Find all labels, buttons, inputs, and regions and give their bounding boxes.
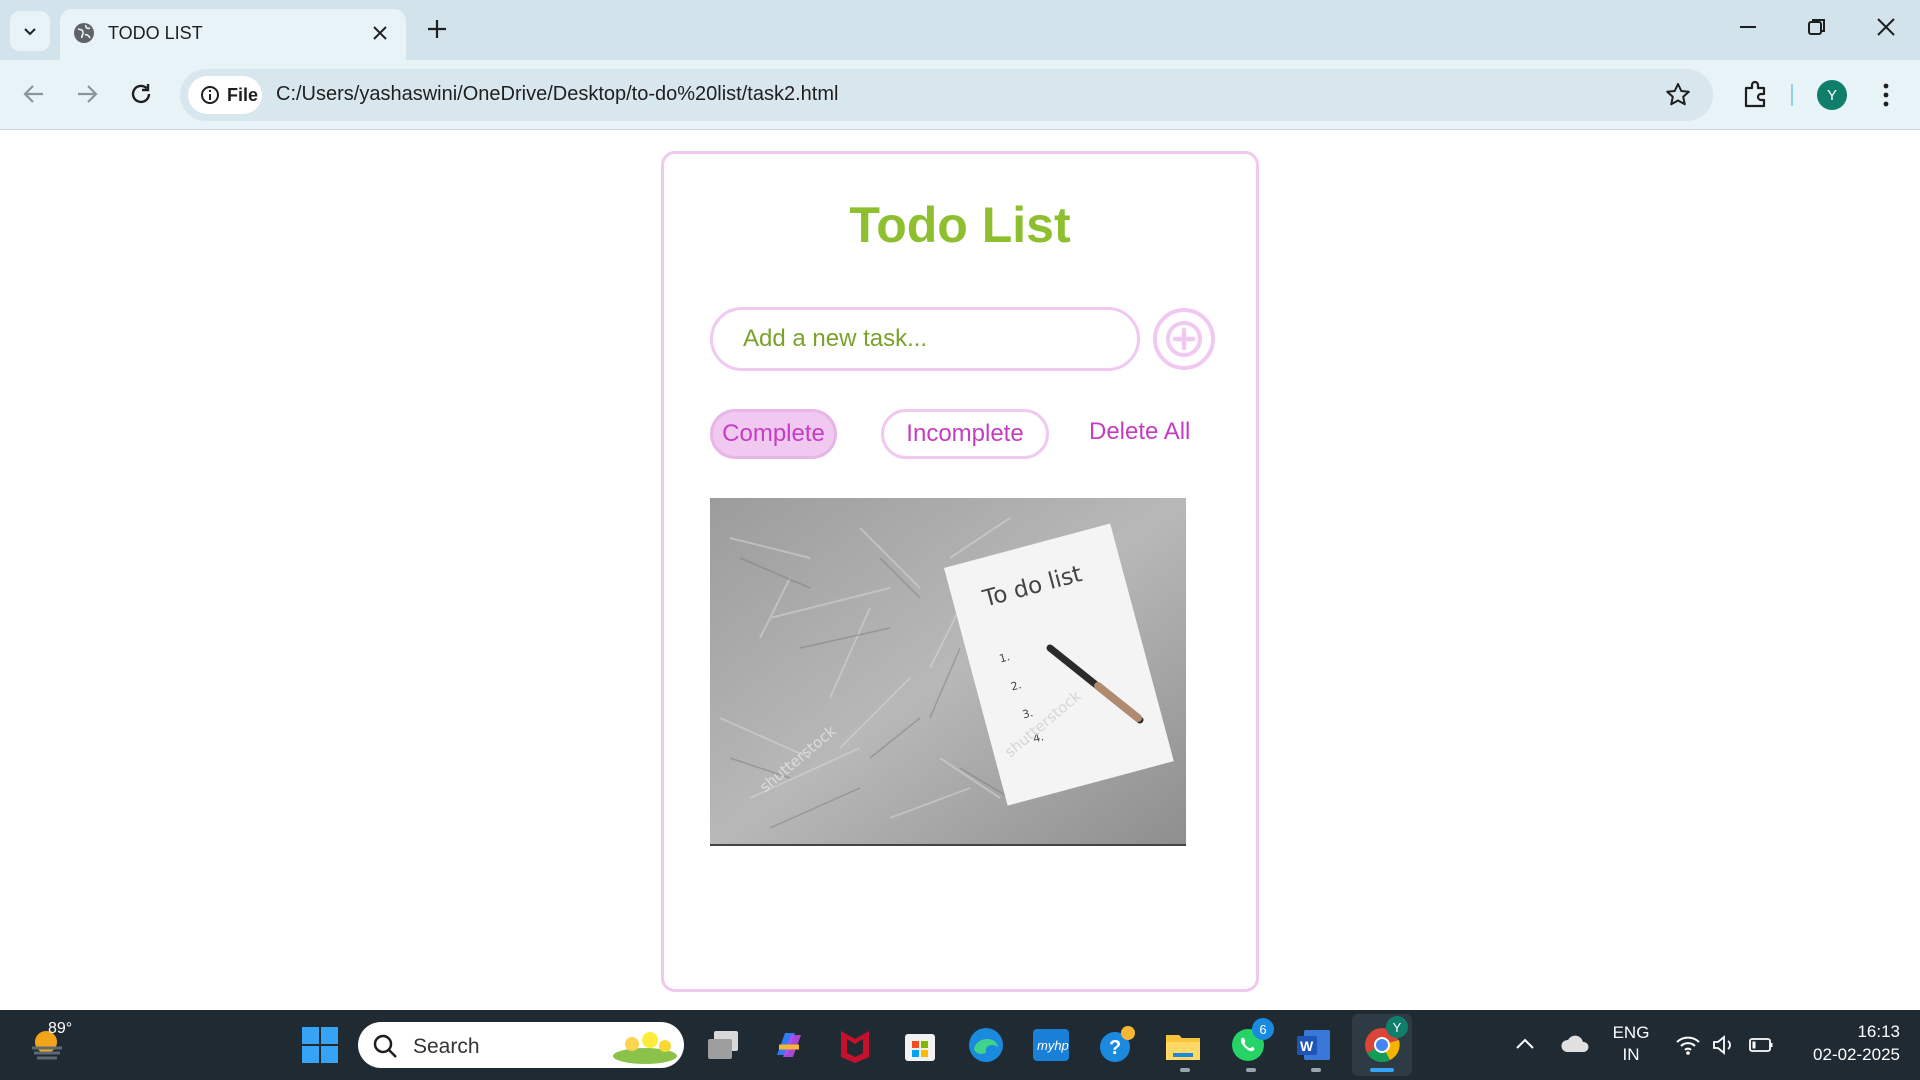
plus-icon <box>1166 321 1202 357</box>
copilot-icon[interactable] <box>769 1025 809 1065</box>
close-tab-icon[interactable] <box>370 23 390 43</box>
close-window-icon[interactable] <box>1875 16 1897 38</box>
profile-avatar[interactable]: Y <box>1817 80 1847 110</box>
new-task-input[interactable] <box>710 307 1140 371</box>
search-label: Search <box>413 1035 480 1058</box>
todo-card: Todo List Complete Incomplete Delete All <box>661 151 1259 992</box>
battery-icon[interactable] <box>1748 1036 1774 1054</box>
language-line2: IN <box>1622 1045 1640 1064</box>
new-tab-icon[interactable] <box>424 16 450 42</box>
clock-date: 02-02-2025 <box>1813 1045 1900 1064</box>
microsoft-store-icon[interactable] <box>900 1025 940 1065</box>
wifi-icon[interactable] <box>1675 1034 1701 1056</box>
edge-icon[interactable] <box>966 1025 1006 1065</box>
complete-filter-button[interactable]: Complete <box>710 409 837 459</box>
chevron-up-icon[interactable] <box>1514 1036 1536 1052</box>
clock-time: 16:13 <box>1857 1022 1900 1041</box>
minimize-icon[interactable] <box>1737 16 1759 38</box>
svg-text:W: W <box>1300 1038 1314 1054</box>
bookmark-star-icon[interactable] <box>1665 82 1691 108</box>
windows-taskbar: 89° Search myhp ? 6 W Y ENG IN 16:13 02-… <box>0 1010 1920 1080</box>
incomplete-filter-button[interactable]: Incomplete <box>881 409 1049 459</box>
whatsapp-notification-badge: 6 <box>1252 1018 1274 1040</box>
language-line1: ENG <box>1612 1023 1650 1042</box>
tab-search-button[interactable] <box>10 11 50 51</box>
taskbar-search[interactable]: Search <box>358 1022 684 1068</box>
svg-text:myhp: myhp <box>1037 1038 1069 1053</box>
onedrive-icon[interactable] <box>1561 1034 1589 1054</box>
extensions-icon[interactable] <box>1740 79 1770 109</box>
browser-tab[interactable]: TODO LIST <box>60 9 406 60</box>
back-icon[interactable] <box>20 80 48 108</box>
running-indicator <box>1311 1068 1321 1072</box>
more-menu-icon[interactable] <box>1876 81 1896 109</box>
url-text: C:/Users/yashaswini/OneDrive/Desktop/to-… <box>276 83 839 105</box>
mcafee-icon[interactable] <box>835 1025 875 1065</box>
site-info-chip[interactable]: File <box>188 76 262 114</box>
search-highlight-icon <box>613 1032 677 1064</box>
myhp-icon[interactable]: myhp <box>1031 1025 1071 1065</box>
page-viewport: Todo List Complete Incomplete Delete All <box>0 131 1920 1010</box>
chrome-profile-badge: Y <box>1386 1016 1408 1038</box>
word-icon[interactable]: W <box>1294 1025 1334 1065</box>
site-chip-label: File <box>227 84 259 105</box>
running-indicator <box>1180 1068 1190 1072</box>
volume-icon[interactable] <box>1711 1034 1735 1056</box>
language-indicator[interactable]: ENG IN <box>1608 1023 1654 1065</box>
globe-icon <box>74 23 94 43</box>
forward-icon[interactable] <box>73 80 101 108</box>
toolbar-separator <box>1791 84 1793 106</box>
search-icon <box>373 1034 397 1058</box>
task-view-icon[interactable] <box>704 1025 744 1065</box>
reload-icon[interactable] <box>127 80 155 108</box>
chevron-down-icon <box>24 28 36 36</box>
browser-toolbar: File C:/Users/yashaswini/OneDrive/Deskto… <box>0 60 1920 130</box>
running-indicator <box>1246 1068 1256 1072</box>
running-indicator-active <box>1370 1068 1394 1072</box>
todo-list-image: To do list 1. 2. 3. 4. shutterstock shut… <box>710 498 1186 846</box>
page-title: Todo List <box>849 197 1071 253</box>
get-help-icon[interactable]: ? <box>1097 1025 1137 1065</box>
tab-title: TODO LIST <box>108 23 203 43</box>
browser-tab-strip: TODO LIST <box>0 0 1920 60</box>
clock[interactable]: 16:13 02-02-2025 <box>1790 1022 1900 1065</box>
file-explorer-icon[interactable] <box>1163 1025 1203 1065</box>
delete-all-button[interactable]: Delete All <box>1089 418 1190 446</box>
restore-icon[interactable] <box>1806 16 1828 38</box>
add-task-button[interactable] <box>1153 308 1215 370</box>
windows-start-icon[interactable] <box>300 1025 340 1065</box>
svg-text:?: ? <box>1109 1037 1121 1059</box>
weather-temp: 89° <box>48 1020 73 1037</box>
info-icon <box>201 86 219 104</box>
address-bar[interactable]: File C:/Users/yashaswini/OneDrive/Deskto… <box>180 69 1713 121</box>
